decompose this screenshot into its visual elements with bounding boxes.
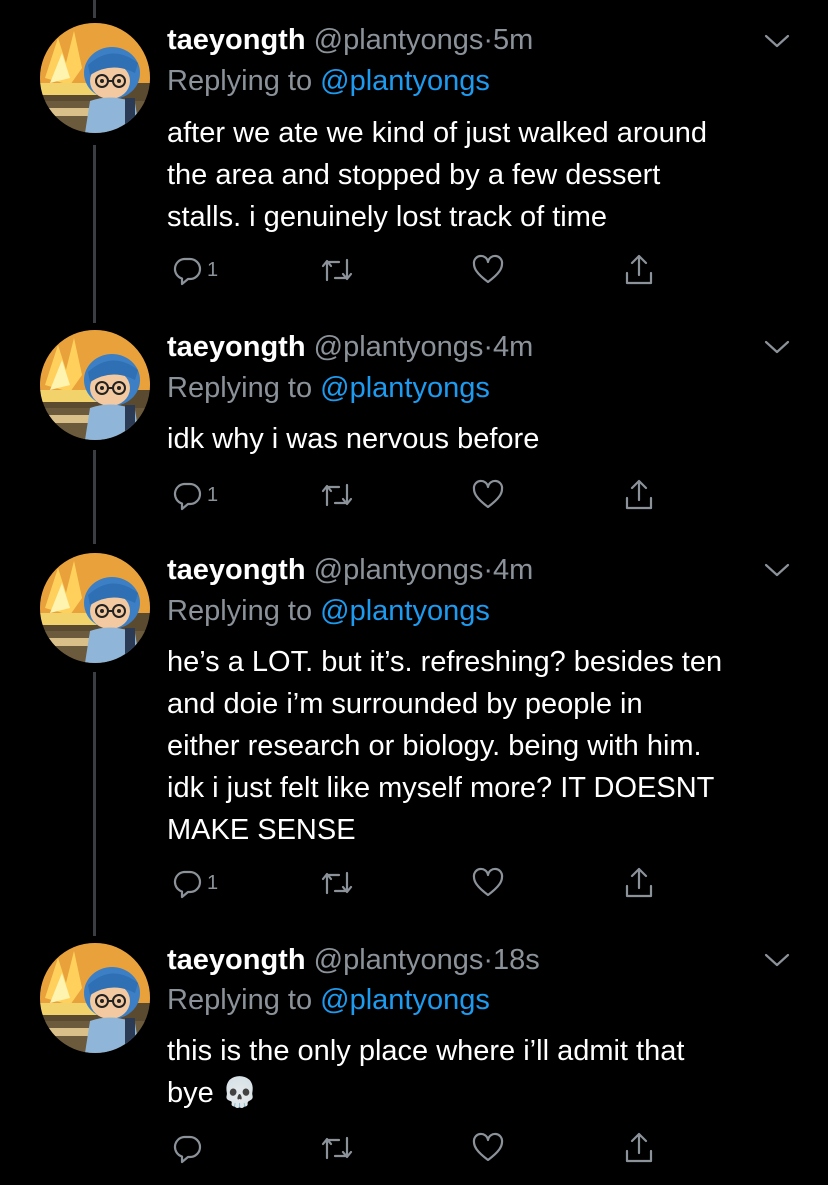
- reply-mention[interactable]: @plantyongs: [320, 372, 490, 404]
- user-handle[interactable]: @plantyongs: [314, 944, 484, 976]
- avatar[interactable]: [40, 330, 150, 440]
- tweet-text-line: stalls. i genuinely lost track of time: [167, 201, 608, 233]
- retweet-icon: [321, 483, 353, 507]
- reply-count: 1: [207, 258, 219, 281]
- tweet-header: taeyongth @plantyongs·5m: [167, 22, 533, 58]
- reply-icon: [173, 257, 202, 286]
- user-handle[interactable]: @plantyongs: [314, 24, 484, 56]
- like-button[interactable]: [471, 1128, 505, 1168]
- retweet-button[interactable]: [319, 475, 355, 515]
- chevron-down-icon[interactable]: [763, 32, 791, 50]
- like-icon: [472, 254, 504, 284]
- timestamp[interactable]: 4m: [493, 331, 533, 363]
- retweet-button[interactable]: [319, 863, 355, 903]
- reply-mention[interactable]: @plantyongs: [320, 65, 490, 97]
- separator: ·: [483, 331, 494, 363]
- reply-icon: [173, 870, 202, 899]
- display-name[interactable]: taeyongth: [167, 554, 306, 586]
- share-button[interactable]: [623, 250, 655, 290]
- like-button[interactable]: [471, 250, 505, 290]
- like-button[interactable]: [471, 475, 505, 515]
- share-button[interactable]: [623, 1128, 655, 1168]
- tweet-text: after we ate we kind of just walked arou…: [167, 112, 807, 238]
- replying-to: Replying to @plantyongs: [167, 982, 490, 1018]
- replying-to: Replying to @plantyongs: [167, 593, 490, 629]
- replying-to-label: Replying to: [167, 372, 313, 404]
- reply-mention[interactable]: @plantyongs: [320, 984, 490, 1016]
- share-icon: [625, 254, 653, 285]
- tweet-text: he’s a LOT. but it’s. refreshing? beside…: [167, 641, 807, 851]
- tweet-text: this is the only place where i’ll admit …: [167, 1030, 807, 1114]
- user-handle[interactable]: @plantyongs: [314, 554, 484, 586]
- separator: ·: [483, 24, 494, 56]
- retweet-icon: [321, 1136, 353, 1160]
- display-name[interactable]: taeyongth: [167, 24, 306, 56]
- tweet-text-line: after we ate we kind of just walked arou…: [167, 117, 708, 149]
- tweet[interactable]: taeyongth @plantyongs·4m Replying to @pl…: [0, 545, 828, 935]
- display-name[interactable]: taeyongth: [167, 944, 306, 976]
- reply-count: 1: [207, 871, 219, 894]
- tweet-text-line: the area and stopped by a few dessert: [167, 159, 661, 191]
- tweet-text-line: idk i just felt like myself more? IT DOE…: [167, 772, 715, 804]
- tweet-text: idk why i was nervous before: [167, 418, 807, 460]
- tweet[interactable]: taeyongth @plantyongs·5m Replying to @pl…: [0, 0, 828, 320]
- avatar[interactable]: [40, 553, 150, 663]
- tweet[interactable]: taeyongth @plantyongs·4m Replying to @pl…: [0, 320, 828, 545]
- tweet-text-line: he’s a LOT. but it’s. refreshing? beside…: [167, 646, 723, 678]
- separator: ·: [483, 944, 494, 976]
- retweet-icon: [321, 258, 353, 282]
- reply-button[interactable]: [171, 1128, 203, 1168]
- tweet[interactable]: taeyongth @plantyongs·18s Replying to @p…: [0, 935, 828, 1185]
- like-icon: [472, 867, 504, 897]
- share-icon: [625, 1132, 653, 1163]
- timestamp[interactable]: 4m: [493, 554, 533, 586]
- replying-to-label: Replying to: [167, 984, 313, 1016]
- replying-to-label: Replying to: [167, 595, 313, 627]
- display-name[interactable]: taeyongth: [167, 331, 306, 363]
- tweet-header: taeyongth @plantyongs·4m: [167, 329, 533, 365]
- tweet-actions: 1: [167, 475, 667, 515]
- tweet-actions: 1: [167, 250, 667, 290]
- replying-to-label: Replying to: [167, 65, 313, 97]
- tweet-header: taeyongth @plantyongs·4m: [167, 552, 533, 588]
- reply-button[interactable]: 1: [171, 863, 218, 903]
- tweet-text-line: MAKE SENSE: [167, 814, 356, 846]
- reply-button[interactable]: 1: [171, 475, 218, 515]
- user-handle[interactable]: @plantyongs: [314, 331, 484, 363]
- chevron-down-icon[interactable]: [763, 951, 791, 969]
- tweet-text-line: bye 💀: [167, 1077, 258, 1109]
- like-button[interactable]: [471, 863, 505, 903]
- retweet-button[interactable]: [319, 250, 355, 290]
- share-icon: [625, 479, 653, 510]
- timestamp[interactable]: 5m: [493, 24, 533, 56]
- timestamp[interactable]: 18s: [493, 944, 540, 976]
- tweet-header: taeyongth @plantyongs·18s: [167, 942, 540, 978]
- share-button[interactable]: [623, 863, 655, 903]
- replying-to: Replying to @plantyongs: [167, 370, 490, 406]
- chevron-down-icon[interactable]: [763, 561, 791, 579]
- tweet-text-line: either research or biology. being with h…: [167, 730, 702, 762]
- avatar[interactable]: [40, 23, 150, 133]
- reply-icon: [173, 482, 202, 511]
- share-icon: [625, 867, 653, 898]
- replying-to: Replying to @plantyongs: [167, 63, 490, 99]
- chevron-down-icon[interactable]: [763, 338, 791, 356]
- like-icon: [472, 1132, 504, 1162]
- share-button[interactable]: [623, 475, 655, 515]
- reply-count: 1: [207, 483, 219, 506]
- tweet-actions: [167, 1128, 667, 1168]
- reply-mention[interactable]: @plantyongs: [320, 595, 490, 627]
- tweet-actions: 1: [167, 863, 667, 903]
- tweet-text-line: this is the only place where i’ll admit …: [167, 1035, 685, 1067]
- tweet-text-line: idk why i was nervous before: [167, 423, 540, 455]
- tweet-text-line: and doie i’m surrounded by people in: [167, 688, 643, 720]
- separator: ·: [483, 554, 494, 586]
- avatar[interactable]: [40, 943, 150, 1053]
- reply-button[interactable]: 1: [171, 250, 218, 290]
- retweet-button[interactable]: [319, 1128, 355, 1168]
- retweet-icon: [321, 871, 353, 895]
- reply-icon: [173, 1135, 202, 1164]
- like-icon: [472, 479, 504, 509]
